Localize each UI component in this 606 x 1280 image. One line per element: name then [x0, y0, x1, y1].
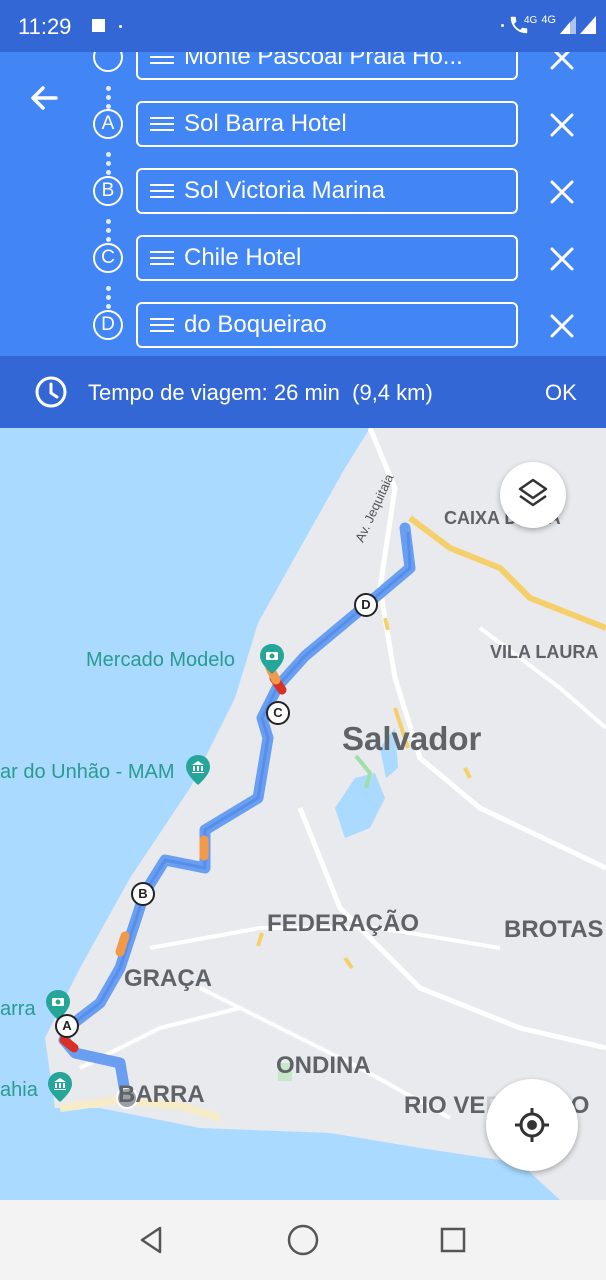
stop-text: do Boqueirao [184, 311, 327, 338]
marker-b-icon: B [93, 176, 123, 206]
drag-handle-icon[interactable] [150, 115, 174, 133]
route-marker-d[interactable]: D [354, 593, 378, 617]
drag-handle-icon[interactable] [150, 316, 174, 334]
travel-time-bar: Tempo de viagem: 26 min (9,4 km) OK [0, 356, 606, 428]
clock-icon [35, 376, 67, 408]
close-icon[interactable] [546, 176, 578, 208]
museum-poi-icon[interactable] [48, 1072, 72, 1102]
marker-a-icon: A [93, 109, 123, 139]
close-icon[interactable] [546, 52, 578, 74]
my-location-button[interactable] [486, 1079, 578, 1171]
map-label-ondina: ONDINA [276, 1052, 371, 1079]
my-location-icon [515, 1108, 549, 1142]
route-marker-b[interactable]: B [131, 882, 155, 906]
camera-poi-icon[interactable] [260, 644, 284, 674]
map-label-federacao: FEDERAÇÃO [267, 910, 420, 937]
drag-handle-icon[interactable] [150, 52, 174, 66]
system-nav-bar [0, 1200, 606, 1280]
stop-row-a: A Sol Barra Hotel [0, 101, 606, 149]
stop-row-c: C Chile Hotel [0, 235, 606, 283]
close-icon[interactable] [546, 310, 578, 342]
map-label-brotas: BROTAS [504, 916, 604, 943]
poi-label-barra[interactable]: arra [0, 998, 36, 1021]
notification-dot-icon [119, 25, 122, 28]
close-icon[interactable] [546, 109, 578, 141]
poi-label-mercado-modelo[interactable]: Mercado Modelo [86, 649, 235, 672]
stop-field-a[interactable]: Sol Barra Hotel [136, 101, 518, 147]
poi-label-bahia[interactable]: ahia [0, 1079, 38, 1102]
back-triangle-icon[interactable] [132, 1220, 172, 1260]
network-type-2: 4G [541, 14, 556, 26]
status-bar: 11:29 4G 4G [0, 0, 606, 52]
drag-handle-icon[interactable] [150, 182, 174, 200]
home-circle-icon[interactable] [283, 1220, 323, 1260]
map-label-salvador: Salvador [342, 720, 482, 757]
map-label-barra: BARRA [118, 1081, 205, 1108]
status-time: 11:29 [18, 14, 72, 39]
layers-icon [518, 478, 548, 507]
status-icons: 4G 4G [500, 12, 596, 38]
notification-icon [92, 19, 105, 32]
recents-square-icon[interactable] [433, 1220, 473, 1260]
signal-icon-2 [580, 16, 596, 34]
stop-row-d: D do Boqueirao [0, 302, 606, 350]
layers-button[interactable] [500, 462, 566, 528]
stop-text: Monte Pascoal Praia Ho... [184, 52, 463, 70]
stop-row-b: B Sol Victoria Marina [0, 168, 606, 216]
travel-time-text: Tempo de viagem: 26 min (9,4 km) [88, 380, 433, 405]
stop-text: Sol Barra Hotel [184, 110, 347, 137]
poi-label-mam[interactable]: ar do Unhão - MAM [0, 761, 175, 784]
signal-icon [560, 16, 576, 34]
marker-d-icon: D [93, 310, 123, 340]
map-label-graca: GRAÇA [124, 965, 212, 992]
map-view[interactable]: CAIXA D'AUA VILA LAURA Salvador FEDERAÇÃ… [0, 428, 606, 1200]
stop-text: Chile Hotel [184, 244, 302, 271]
stop-field-origin[interactable]: Monte Pascoal Praia Ho... [136, 52, 518, 80]
route-marker-a[interactable]: A [55, 1014, 79, 1038]
close-icon[interactable] [546, 243, 578, 275]
stop-field-c[interactable]: Chile Hotel [136, 235, 518, 281]
stop-field-b[interactable]: Sol Victoria Marina [136, 168, 518, 214]
map-label-vila-laura: VILA LAURA [490, 642, 599, 662]
network-type-1: 4G [523, 14, 538, 26]
origin-marker-icon [93, 52, 123, 72]
marker-c-icon: C [93, 243, 123, 273]
directions-header: Monte Pascoal Praia Ho... A Sol Barra Ho… [0, 52, 606, 356]
museum-poi-icon[interactable] [186, 755, 210, 785]
stop-row-origin: Monte Pascoal Praia Ho... [0, 52, 606, 82]
ok-button[interactable]: OK [545, 380, 577, 406]
stop-field-d[interactable]: do Boqueirao [136, 302, 518, 348]
stop-text: Sol Victoria Marina [184, 177, 385, 204]
route-marker-c[interactable]: C [266, 701, 290, 725]
drag-handle-icon[interactable] [150, 249, 174, 267]
